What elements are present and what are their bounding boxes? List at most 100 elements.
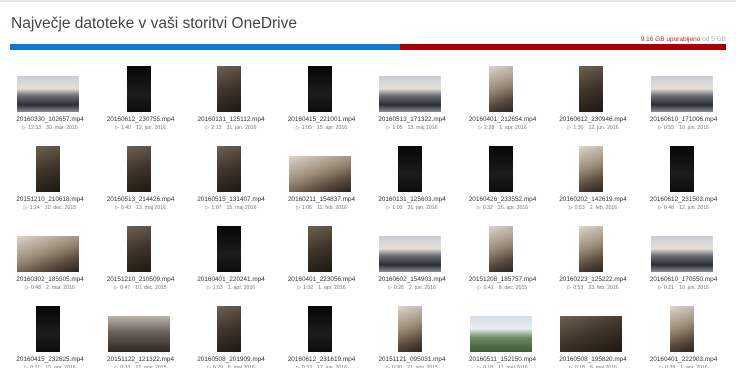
video-thumbnail[interactable] (579, 66, 603, 112)
file-tile[interactable]: 20151122_121322.mp4 ▷ 0:33 22. nov. 2015 (101, 306, 181, 368)
video-thumbnail[interactable] (217, 306, 241, 352)
file-tile[interactable]: 20160515_131407.mp4 ▷ 1:07 15. maj 2016 (191, 146, 271, 218)
file-date: 31. jan. 2016 (407, 205, 438, 211)
file-name[interactable]: 20160511_152150.mp4 (463, 356, 543, 363)
file-name[interactable]: 20160330_102657.mp4 (10, 116, 90, 123)
video-thumbnail[interactable] (307, 66, 332, 112)
file-tile[interactable]: 20160513_214426.mp4 ▷ 0:43 13. maj 2016 (101, 146, 181, 218)
video-thumbnail[interactable] (488, 146, 513, 192)
play-icon: ▷ (296, 205, 300, 211)
file-name[interactable]: 20160602_154903.mp4 (372, 276, 452, 283)
file-tile[interactable]: 20160202_142619.mp4 ▷ 0:53 2. feb. 2016 (553, 146, 633, 218)
file-name[interactable]: 20160612_230755.mp4 (101, 116, 181, 123)
video-thumbnail[interactable] (488, 66, 513, 112)
video-thumbnail[interactable] (217, 66, 241, 112)
video-thumbnail[interactable] (398, 146, 422, 192)
file-tile[interactable]: 20151208_185757.mp4 ▷ 0:42 8. dec. 2015 (463, 226, 543, 298)
file-tile[interactable]: 20151121_095031.mp4 ▷ 0:30 21. nov. 2015 (372, 306, 452, 368)
file-name[interactable]: 20160131_125603.mp4 (372, 196, 452, 203)
file-tile[interactable]: 20151210_210618.mp4 ▷ 1:24 10. dec. 2015 (10, 146, 90, 218)
video-thumbnail[interactable] (398, 306, 422, 352)
file-name[interactable]: 20160515_131407.mp4 (191, 196, 271, 203)
video-thumbnail[interactable] (307, 226, 332, 272)
file-name[interactable]: 20160610_171006.mp4 (644, 116, 724, 123)
file-tile[interactable]: 20160415_232625.mp4 ▷ 0:21 15. apr. 2016 (10, 306, 90, 368)
file-tile[interactable]: 20160401_220241.mp4 ▷ 1:03 1. apr. 2016 (191, 226, 271, 298)
file-tile[interactable]: 20160302_185505.mp4 ▷ 0:48 2. mar. 2016 (10, 226, 90, 298)
file-name[interactable]: 20160302_185505.mp4 (10, 276, 90, 283)
file-name[interactable]: 20160401_220241.mp4 (191, 276, 271, 283)
file-name[interactable]: 20160508_195820.mp4 (553, 356, 633, 363)
file-name[interactable]: 20160612_231503.mp4 (644, 196, 724, 203)
video-thumbnail[interactable] (469, 316, 532, 352)
file-tile[interactable]: 20160131_125112.mp4 ▷ 2:13 31. jan. 2016 (191, 66, 271, 138)
file-date: 15. maj 2016 (226, 205, 257, 211)
video-thumbnail[interactable] (579, 146, 603, 192)
file-tile[interactable]: 20160223_125222.mp4 ▷ 0:53 23. feb. 2016 (553, 226, 633, 298)
file-tile[interactable]: 20160131_125603.mp4 ▷ 1:03 31. jan. 2016 (372, 146, 452, 218)
file-name[interactable]: 20151210_210618.mp4 (10, 196, 90, 203)
video-thumbnail[interactable] (36, 146, 60, 192)
video-thumbnail[interactable] (126, 66, 151, 112)
file-name[interactable]: 20160610_170550.mp4 (644, 276, 724, 283)
file-tile[interactable]: 20160612_230755.mp4 ▷ 1:40 12. jun. 2016 (101, 66, 181, 138)
file-name[interactable]: 20160223_125222.mp4 (553, 276, 633, 283)
video-thumbnail[interactable] (17, 76, 79, 112)
file-tile[interactable]: 20160401_222903.mp4 ▷ 0:39 1. apr. 2016 (644, 306, 724, 368)
file-name[interactable]: 20160202_142619.mp4 (553, 196, 633, 203)
video-thumbnail[interactable] (288, 156, 351, 192)
file-name[interactable]: 20160612_231619.mp4 (282, 356, 362, 363)
file-name[interactable]: 20160415_221001.mp4 (282, 116, 362, 123)
video-thumbnail[interactable] (17, 236, 79, 272)
video-thumbnail[interactable] (488, 226, 513, 272)
file-name[interactable]: 20151208_185757.mp4 (463, 276, 543, 283)
video-thumbnail[interactable] (379, 236, 441, 272)
file-name[interactable]: 20160415_232625.mp4 (10, 356, 90, 363)
file-tile[interactable]: 20160426_233552.mp4 ▷ 0:32 26. apr. 2016 (463, 146, 543, 218)
file-tile[interactable]: 20160602_154903.mp4 ▷ 0:26 2. jun. 2016 (372, 226, 452, 298)
file-name[interactable]: 20160131_125112.mp4 (191, 116, 271, 123)
video-thumbnail[interactable] (107, 316, 170, 352)
file-tile[interactable]: 20160610_171006.mp4 ▷ 0:55 10. jun. 2016 (644, 66, 724, 138)
video-thumbnail[interactable] (560, 316, 622, 352)
file-name[interactable]: 20160211_154837.mp4 (282, 196, 362, 203)
video-thumbnail[interactable] (36, 306, 60, 352)
file-tile[interactable]: 20160211_154837.mp4 ▷ 1:06 11. feb. 2016 (282, 146, 362, 218)
file-tile[interactable]: 20160415_221001.mp4 ▷ 1:09 15. apr. 2016 (282, 66, 362, 138)
file-tile[interactable]: 20151210_210509.mp4 ▷ 0:47 10. dec. 2015 (101, 226, 181, 298)
video-duration: 0:53 (573, 285, 584, 291)
file-tile[interactable]: 20160508_195820.mp4 ▷ 0:18 8. maj 2016 (553, 306, 633, 368)
video-thumbnail[interactable] (217, 226, 241, 272)
file-name[interactable]: 20160513_214426.mp4 (101, 196, 181, 203)
video-thumbnail[interactable] (669, 146, 694, 192)
video-thumbnail[interactable] (669, 306, 694, 352)
video-thumbnail[interactable] (217, 146, 241, 192)
file-tile[interactable]: 20160612_230946.mp4 ▷ 1:30 12. jun. 2016 (553, 66, 633, 138)
file-tile[interactable]: 20160612_231619.mp4 ▷ 0:33 12. jun. 2016 (282, 306, 362, 368)
file-name[interactable]: 20160401_222903.mp4 (644, 356, 724, 363)
file-name[interactable]: 20151210_210509.mp4 (101, 276, 181, 283)
file-name[interactable]: 20160401_212654.mp4 (463, 116, 543, 123)
file-tile[interactable]: 20160330_102657.mp4 ▷ 12:33 30. mar. 2016 (10, 66, 90, 138)
file-name[interactable]: 20151122_121322.mp4 (101, 356, 181, 363)
video-thumbnail[interactable] (126, 146, 151, 192)
file-name[interactable]: 20160513_171322.mp4 (372, 116, 452, 123)
file-name[interactable]: 20160401_223056.mp4 (282, 276, 362, 283)
video-thumbnail[interactable] (650, 76, 713, 112)
video-thumbnail[interactable] (126, 226, 151, 272)
file-tile[interactable]: 20160612_231503.mp4 ▷ 0:48 12. jun. 2016 (644, 146, 724, 218)
file-name[interactable]: 20160508_201909.mp4 (191, 356, 271, 363)
file-tile[interactable]: 20160610_170550.mp4 ▷ 0:21 10. jun. 2016 (644, 226, 724, 298)
file-tile[interactable]: 20160401_212654.mp4 ▷ 2:28 1. apr. 2016 (463, 66, 543, 138)
video-thumbnail[interactable] (379, 76, 441, 112)
video-thumbnail[interactable] (579, 226, 603, 272)
file-tile[interactable]: 20160513_171322.mp4 ▷ 1:05 13. maj 2016 (372, 66, 452, 138)
file-name[interactable]: 20151121_095031.mp4 (372, 356, 452, 363)
file-tile[interactable]: 20160511_152150.mp4 ▷ 0:18 11. maj 2016 (463, 306, 543, 368)
video-thumbnail[interactable] (650, 236, 713, 272)
video-thumbnail[interactable] (307, 306, 332, 352)
file-name[interactable]: 20160426_233552.mp4 (463, 196, 543, 203)
file-name[interactable]: 20160612_230946.mp4 (553, 116, 633, 123)
file-tile[interactable]: 20160508_201909.mp4 ▷ 0:29 8. maj 2016 (191, 306, 271, 368)
file-tile[interactable]: 20160401_223056.mp4 ▷ 1:02 1. apr. 2016 (282, 226, 362, 298)
